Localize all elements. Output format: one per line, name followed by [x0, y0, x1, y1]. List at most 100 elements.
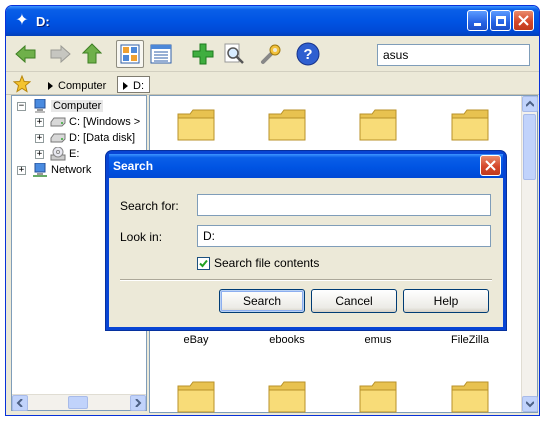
folder-label-ebooks[interactable]: ebooks: [247, 334, 327, 346]
dialog-close-button[interactable]: [480, 155, 501, 176]
folder-icon[interactable]: [176, 106, 216, 142]
maximize-icon: [495, 15, 506, 26]
tree-item-c-drive[interactable]: + C: [Windows >: [35, 114, 140, 130]
details-view-button[interactable]: [147, 40, 175, 68]
chevron-down-icon: [526, 401, 534, 408]
title-bar[interactable]: ✦ D:: [6, 6, 539, 36]
network-icon: [33, 163, 47, 177]
folder-icon[interactable]: [358, 106, 398, 142]
add-icon: [192, 43, 214, 65]
look-in-label: Look in:: [120, 230, 163, 244]
scroll-thumb[interactable]: [523, 114, 536, 180]
breadcrumb: Computer D:: [6, 73, 539, 95]
computer-icon: [34, 99, 46, 113]
scroll-up-button[interactable]: [522, 96, 538, 112]
drive-icon: [50, 117, 66, 127]
folder-icon[interactable]: [450, 378, 490, 414]
horizontal-scrollbar[interactable]: [12, 394, 146, 411]
window-title: D:: [36, 13, 50, 29]
checkmark-icon: [199, 259, 208, 267]
help-dialog-button[interactable]: Help: [403, 289, 489, 313]
svg-text:?: ?: [303, 46, 312, 63]
help-icon: ?: [296, 42, 320, 66]
details-view-icon: [150, 44, 172, 64]
cancel-button[interactable]: Cancel: [311, 289, 397, 313]
dialog-divider: [120, 279, 492, 281]
search-for-label: Search for:: [120, 199, 179, 213]
folder-label-ebay[interactable]: eBay: [156, 334, 236, 346]
search-contents-checkbox[interactable]: [197, 256, 210, 270]
folder-icon[interactable]: [267, 378, 307, 414]
folder-icon[interactable]: [450, 106, 490, 142]
look-in-input[interactable]: D:: [197, 225, 491, 247]
back-button[interactable]: [12, 40, 40, 68]
search-input[interactable]: asus: [377, 44, 530, 66]
search-submit-button[interactable]: Search: [219, 289, 305, 313]
collapse-icon[interactable]: −: [17, 101, 26, 111]
cd-drive-icon: [50, 147, 66, 161]
chevron-right-icon: [135, 399, 142, 407]
search-contents-option[interactable]: Search file contents: [197, 256, 319, 270]
breadcrumb-d-drive[interactable]: D:: [117, 76, 150, 93]
scroll-down-button[interactable]: [522, 396, 538, 412]
tools-wrench-icon: [261, 44, 281, 64]
up-arrow-icon: [82, 43, 102, 64]
minimize-button[interactable]: [467, 10, 488, 31]
maximize-button[interactable]: [490, 10, 511, 31]
folder-icon[interactable]: [267, 106, 307, 142]
minimize-icon: [474, 23, 481, 26]
thumbnail-view-button[interactable]: [116, 40, 144, 68]
close-icon: [518, 15, 529, 26]
folder-label-emus[interactable]: emus: [338, 334, 418, 346]
scroll-left-button[interactable]: [12, 395, 28, 411]
tree-item-computer[interactable]: − Computer: [17, 98, 104, 114]
search-magnifier-icon: [224, 43, 244, 64]
chevron-right-icon: [48, 81, 53, 90]
thumbnail-view-icon: [120, 44, 140, 64]
tools-button[interactable]: [257, 40, 285, 68]
expand-icon[interactable]: +: [35, 149, 44, 159]
chevron-right-icon: [123, 81, 128, 90]
dialog-title-bar[interactable]: Search: [109, 154, 503, 178]
dialog-title: Search: [113, 159, 154, 173]
scroll-right-button[interactable]: [130, 395, 146, 411]
add-button[interactable]: [189, 40, 217, 68]
tree-label: Computer: [51, 100, 104, 112]
tree-label: D: [Data disk]: [69, 132, 136, 144]
back-arrow-icon: [15, 44, 36, 64]
help-button[interactable]: ?: [294, 40, 322, 68]
window-controls: [467, 10, 534, 31]
favorites-star-icon[interactable]: [13, 75, 31, 93]
expand-icon[interactable]: +: [17, 165, 26, 175]
expand-icon[interactable]: +: [35, 117, 44, 127]
tree-label: C: [Windows >: [69, 116, 141, 128]
tree-label: E:: [69, 148, 80, 160]
search-for-input[interactable]: [197, 194, 491, 216]
vertical-scrollbar[interactable]: [521, 96, 538, 412]
breadcrumb-label: D:: [133, 79, 144, 92]
tree-item-network[interactable]: + Network: [17, 162, 91, 178]
forward-arrow-icon: [50, 44, 71, 64]
breadcrumb-computer[interactable]: Computer: [43, 76, 111, 93]
toolbar: ? asus: [6, 36, 539, 72]
tree-label: Network: [51, 164, 92, 176]
app-logo-icon: ✦: [15, 12, 29, 29]
chevron-left-icon: [16, 399, 23, 407]
scroll-thumb[interactable]: [68, 396, 88, 409]
folder-icon[interactable]: [358, 378, 398, 414]
close-icon: [485, 160, 496, 171]
folder-icon[interactable]: [176, 378, 216, 414]
expand-icon[interactable]: +: [35, 133, 44, 143]
tree-item-e-drive[interactable]: + E:: [35, 146, 79, 162]
drive-icon: [50, 133, 66, 143]
chevron-up-icon: [526, 100, 534, 107]
search-dialog: Search Search for: Look in: D: Search fi…: [106, 151, 506, 330]
tree-item-d-drive[interactable]: + D: [Data disk]: [35, 130, 135, 146]
search-button[interactable]: [220, 40, 248, 68]
close-button[interactable]: [513, 10, 534, 31]
search-contents-label: Search file contents: [214, 256, 320, 270]
folder-label-filezilla[interactable]: FileZilla: [430, 334, 510, 346]
up-button[interactable]: [78, 40, 106, 68]
forward-button[interactable]: [46, 40, 74, 68]
breadcrumb-label: Computer: [58, 79, 107, 92]
